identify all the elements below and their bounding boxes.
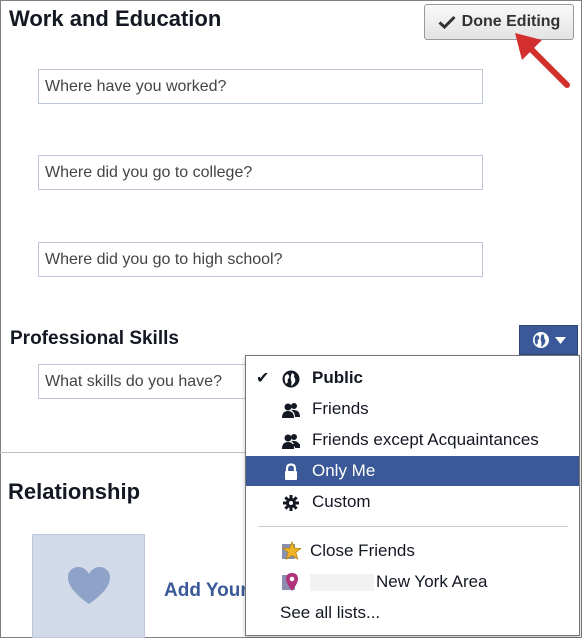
friends-except-icon <box>282 434 300 449</box>
professional-skills-title: Professional Skills <box>10 328 179 349</box>
menu-item-label: New York Area <box>376 572 488 591</box>
gear-icon <box>283 495 299 511</box>
menu-item-label: Custom <box>312 492 371 511</box>
skills-input[interactable]: What skills do you have? <box>38 364 248 399</box>
relationship-placeholder-image <box>32 534 145 638</box>
menu-item-label: Close Friends <box>310 541 415 560</box>
annotation-arrow-icon <box>515 33 570 88</box>
menu-item-friends[interactable]: Friends <box>246 394 579 424</box>
caret-down-icon <box>554 336 566 344</box>
menu-item-label: See all lists... <box>280 603 381 622</box>
menu-item-custom[interactable]: Custom <box>246 487 579 517</box>
menu-item-label: Friends <box>312 399 369 418</box>
menu-item-label: Friends except Acquaintances <box>312 430 539 449</box>
menu-item-see-all-lists[interactable]: See all lists... <box>246 598 579 628</box>
globe-icon <box>282 370 300 388</box>
section-divider <box>0 452 246 453</box>
heart-icon <box>67 567 110 604</box>
lock-icon <box>285 463 297 480</box>
high-school-input[interactable]: Where did you go to high school? <box>38 242 483 277</box>
menu-item-only-me[interactable]: Only Me <box>246 456 579 486</box>
privacy-selector-button[interactable] <box>519 325 578 355</box>
relationship-title: Relationship <box>8 479 141 504</box>
college-input[interactable]: Where did you go to college? <box>38 155 483 190</box>
location-pin-icon <box>282 573 298 591</box>
add-relationship-link[interactable]: Add Your <box>164 580 246 602</box>
globe-icon <box>532 332 549 348</box>
menu-item-public[interactable]: ✔ Public <box>246 363 579 393</box>
menu-item-label: Only Me <box>312 461 376 480</box>
work-input[interactable]: Where have you worked? <box>38 69 483 104</box>
done-editing-label: Done Editing <box>461 13 561 30</box>
menu-item-friends-except-acquaintances[interactable]: Friends except Acquaintances <box>246 425 579 455</box>
menu-item-new-york-area[interactable]: New York Area <box>246 567 579 597</box>
menu-item-close-friends[interactable]: Close Friends <box>246 536 579 566</box>
menu-item-label: Public <box>312 368 364 387</box>
redacted-block <box>310 574 374 591</box>
privacy-dropdown-menu: ✔ Public Friends Friends except Acquaint… <box>245 355 580 636</box>
star-icon <box>281 541 301 560</box>
friends-icon <box>282 403 300 418</box>
menu-separator <box>258 526 568 527</box>
work-education-title: Work and Education <box>9 6 222 31</box>
checkmark-icon: ✔ <box>256 370 270 387</box>
checkmark-icon <box>438 15 456 29</box>
